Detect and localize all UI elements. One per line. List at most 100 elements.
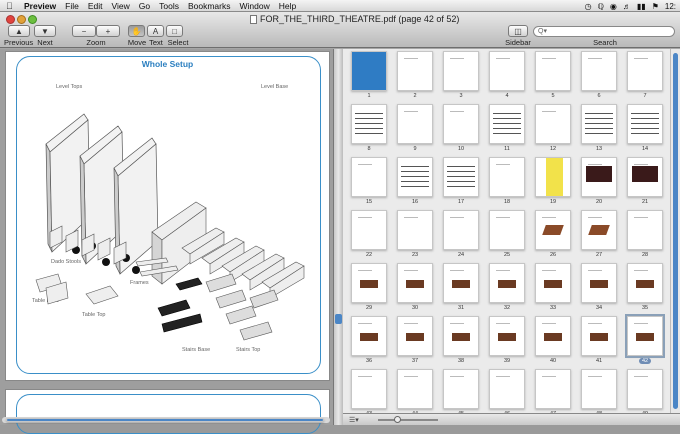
menu-edit[interactable]: Edit <box>88 1 103 11</box>
text-line <box>358 323 372 324</box>
thumbnail-number: 39 <box>503 358 511 364</box>
battery-icon[interactable]: ▮▮ <box>637 2 646 11</box>
thumbnail-page[interactable]: 17 <box>438 157 484 210</box>
menu-go[interactable]: Go <box>139 1 150 11</box>
view-options-icon[interactable]: ☰▾ <box>349 416 359 424</box>
thumbnail-page[interactable]: 38 <box>438 316 484 369</box>
flag-icon[interactable]: ⚑ <box>652 2 659 11</box>
arrow-down-icon: ▼ <box>41 26 49 36</box>
sidebar-button[interactable]: ◫ <box>508 25 528 37</box>
thumbnail-page[interactable]: 35 <box>622 263 668 316</box>
select-tool-button[interactable]: □ <box>166 25 183 37</box>
thumbnail-page[interactable]: 40 <box>530 316 576 369</box>
search-input[interactable]: Q▾ <box>533 26 675 37</box>
thumbnail-page[interactable]: 1 <box>346 51 392 104</box>
text-tool-button[interactable]: A <box>147 25 164 37</box>
slider-knob[interactable] <box>394 416 401 423</box>
thumbnail-page[interactable]: 5 <box>530 51 576 104</box>
wifi-icon[interactable]: ◉ <box>610 2 617 11</box>
thumbnail-page[interactable]: 15 <box>346 157 392 210</box>
thumbnail-page[interactable]: 34 <box>576 263 622 316</box>
menu-view[interactable]: View <box>112 1 130 11</box>
thumbnail-image <box>581 104 617 144</box>
thumbnail-page[interactable]: 24 <box>438 210 484 263</box>
zoom-in-button[interactable]: + <box>96 25 120 37</box>
text-line <box>588 270 602 271</box>
thumbnail-page[interactable]: 20 <box>576 157 622 210</box>
table-line <box>355 123 383 124</box>
thumbnail-page[interactable]: 4 <box>484 51 530 104</box>
move-tool-button[interactable]: ✋ <box>128 25 145 37</box>
thumbnail-page[interactable]: 39 <box>484 316 530 369</box>
thumbnail-page[interactable]: 41 <box>576 316 622 369</box>
thumbnail-page[interactable]: 10 <box>438 104 484 157</box>
thumbnail-page[interactable]: 19 <box>530 157 576 210</box>
thumbnail-page[interactable]: 33 <box>530 263 576 316</box>
menu-bookmarks[interactable]: Bookmarks <box>188 1 231 11</box>
thumbnail-page[interactable]: 21 <box>622 157 668 210</box>
vertical-scroll-thumb[interactable] <box>673 53 678 409</box>
document-view[interactable]: Whole Setup Level Tops Level Base Dado S… <box>0 49 333 434</box>
thumbnail-size-slider[interactable] <box>378 416 438 423</box>
thumbnail-page[interactable]: 30 <box>392 263 438 316</box>
thumbnail-number: 36 <box>365 358 373 364</box>
split-divider[interactable] <box>333 49 343 425</box>
minimize-button[interactable] <box>17 15 26 24</box>
thumbnail-page[interactable]: 16 <box>392 157 438 210</box>
thumbnail-page[interactable]: 25 <box>484 210 530 263</box>
thumbnail-page[interactable]: 27 <box>576 210 622 263</box>
thumbnail-page[interactable]: 26 <box>530 210 576 263</box>
thumbnail-page[interactable]: 22 <box>346 210 392 263</box>
menu-app[interactable]: Preview <box>24 1 56 11</box>
divider-grip[interactable] <box>335 314 342 324</box>
thumbnail-page[interactable]: 6 <box>576 51 622 104</box>
text-line <box>542 376 556 377</box>
thumbnail-page[interactable]: 18 <box>484 157 530 210</box>
menu-tools[interactable]: Tools <box>159 1 179 11</box>
window-title-text: FOR_THE_THIRD_THEATRE.pdf (page 42 of 52… <box>260 14 460 24</box>
thumbnail-page[interactable]: 28 <box>622 210 668 263</box>
thumbnail-page[interactable]: 29 <box>346 263 392 316</box>
text-line <box>542 323 556 324</box>
thumbnail-page[interactable]: 37 <box>392 316 438 369</box>
close-button[interactable] <box>6 15 15 24</box>
text-line <box>496 270 510 271</box>
thumbnail-page[interactable]: 36 <box>346 316 392 369</box>
thumbnail-page[interactable]: 32 <box>484 263 530 316</box>
thumbnail-page[interactable]: 31 <box>438 263 484 316</box>
thumbnail-page[interactable]: 11 <box>484 104 530 157</box>
time-machine-icon[interactable]: ◷ <box>585 2 592 11</box>
zoom-out-button[interactable]: − <box>72 25 96 37</box>
thumbnail-page[interactable]: 2 <box>392 51 438 104</box>
thumbnail-number: 33 <box>549 305 557 311</box>
thumbnail-page[interactable]: 8 <box>346 104 392 157</box>
next-button[interactable]: ▼ <box>34 25 56 37</box>
horizontal-scroll-thumb[interactable] <box>6 418 324 422</box>
volume-icon[interactable]: ♬ <box>623 2 631 11</box>
bluetooth-icon[interactable]: ℚ <box>598 2 604 11</box>
thumbnail-image <box>581 263 617 303</box>
hand-icon: ✋ <box>131 26 142 36</box>
thumbnail-page[interactable]: 3 <box>438 51 484 104</box>
text-line <box>404 323 418 324</box>
drawing-preview <box>360 333 378 341</box>
menu-help[interactable]: Help <box>279 1 296 11</box>
thumbnail-page[interactable]: 14 <box>622 104 668 157</box>
vertical-scrollbar[interactable] <box>670 49 680 413</box>
apple-icon[interactable]:  <box>6 1 16 11</box>
menu-file[interactable]: File <box>65 1 79 11</box>
menu-window[interactable]: Window <box>239 1 269 11</box>
thumbnail-page[interactable]: 9 <box>392 104 438 157</box>
thumbnail-page[interactable]: 12 <box>530 104 576 157</box>
thumbnail-page[interactable]: 7 <box>622 51 668 104</box>
clock[interactable]: 12: <box>665 2 676 11</box>
thumbnail-page[interactable]: 23 <box>392 210 438 263</box>
zoom-window-button[interactable] <box>28 15 37 24</box>
horizontal-scrollbar[interactable] <box>2 417 330 423</box>
previous-button[interactable]: ▲ <box>8 25 30 37</box>
sidebar-label: Sidebar <box>505 38 531 47</box>
furniture-preview <box>588 225 610 235</box>
thumbnail-page[interactable]: 42 <box>622 314 668 369</box>
thumbnail-image <box>351 51 387 91</box>
thumbnail-page[interactable]: 13 <box>576 104 622 157</box>
